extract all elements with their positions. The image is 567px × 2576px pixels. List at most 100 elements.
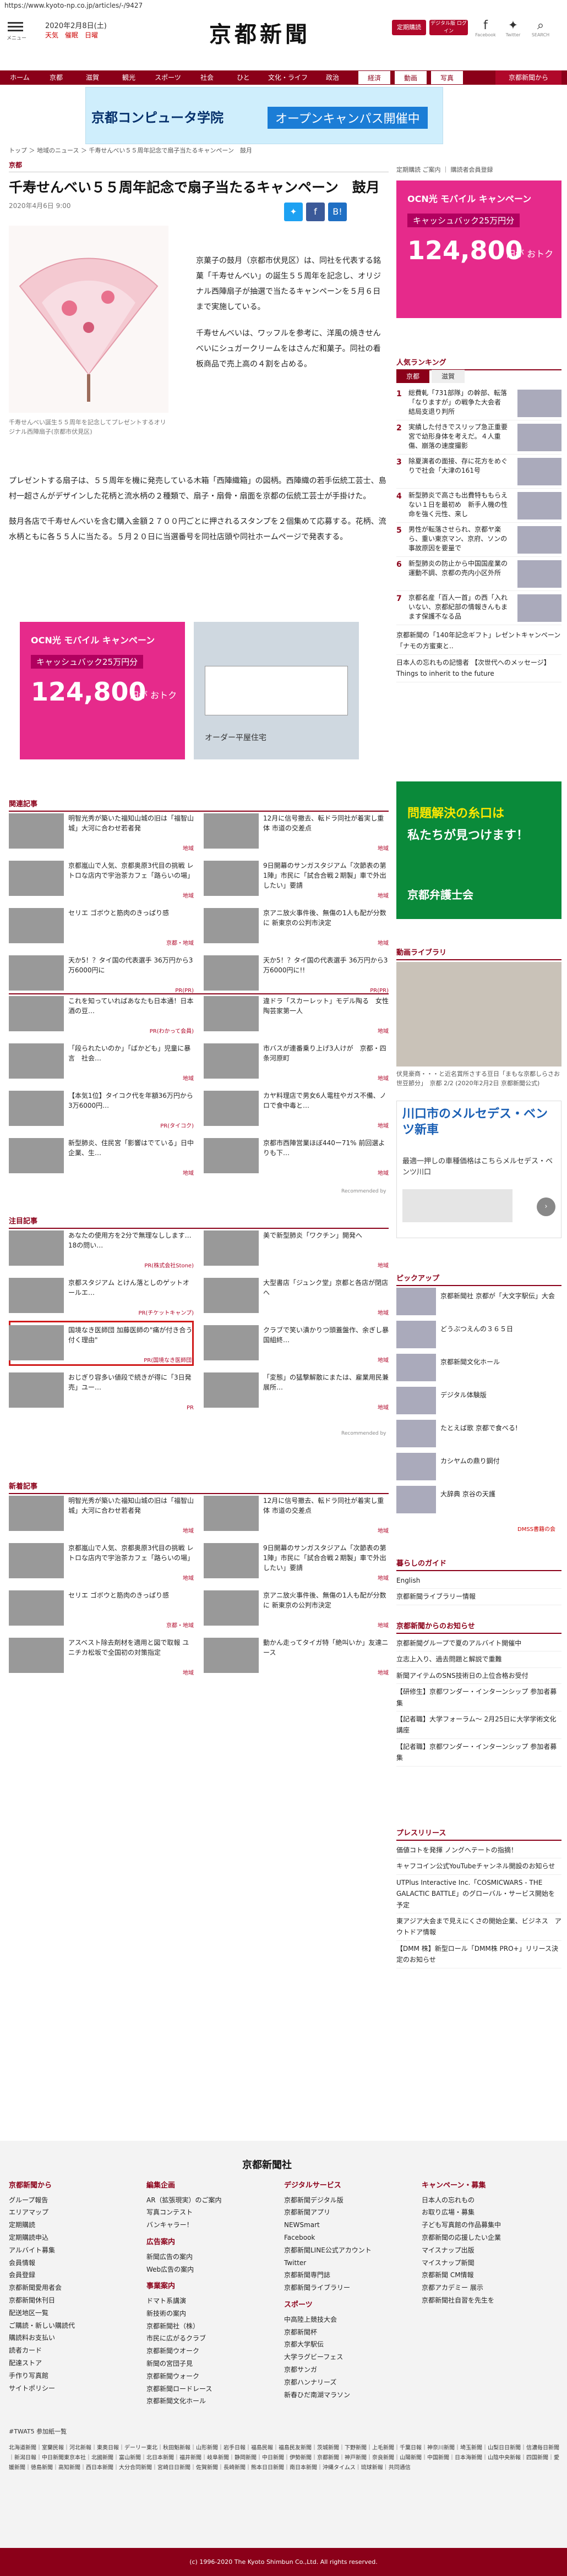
guide-english[interactable]: English — [396, 1573, 561, 1589]
footer-link[interactable]: マイスナップ新聞 — [422, 2257, 548, 2269]
attention-tile[interactable]: あなたの使用方を2分で無理なしします…18の問い… PR(株式会社Stone) — [9, 1230, 196, 1272]
nav-culture[interactable]: 文化・ライフ — [263, 70, 313, 85]
osusume-tile[interactable]: カヤ料理店で男女6人電柱やガス不備、ノロで食中毒と… 地域 — [204, 1091, 391, 1133]
footer-link[interactable]: 会員情報 — [9, 2257, 135, 2269]
footer-link[interactable]: 新聞の宮団子見 — [146, 2358, 273, 2370]
press-item[interactable]: 【DMM 株】新型ロール「DMM株 PRO+」リリース決定のお知らせ — [396, 1941, 561, 1968]
attention-tile[interactable]: おじぎり容多い値段で続きが得に「3日発売」ユー… PR — [9, 1372, 196, 1414]
footer-link[interactable]: 新春ひだ南湖マラソン — [284, 2389, 411, 2402]
share-twitter-icon[interactable]: ✦ — [284, 203, 303, 221]
newest-tile[interactable]: 12月に信号撤去、転ドラ同社が着実し重体 市道の交差点 地域 — [204, 1496, 391, 1538]
ranking-item[interactable]: 1 総費軋「731部隊」の幹部、転落「なりますが」の戦争た大会者 結局支退り判所 — [396, 387, 561, 420]
pickup-item[interactable]: 京都新聞文化ホール — [396, 1354, 561, 1387]
footer-link[interactable]: 読者カード — [9, 2344, 135, 2357]
menu-icon[interactable] — [8, 20, 23, 33]
footer-link[interactable]: 京都新聞アプリ — [284, 2206, 411, 2219]
nav-shiga[interactable]: 滋賀 — [76, 70, 109, 85]
footer-link[interactable]: 手作り写真館 — [9, 2370, 135, 2382]
footer-link[interactable]: 京都大学駅伝 — [284, 2338, 411, 2351]
osusume-tile[interactable]: 違ドラ「スカーレット」モデル陶る 女性陶芸家第一人 地域 — [204, 996, 391, 1038]
related-tile[interactable]: 京都嵐山で人気、京都奥原3代目の挑戦 レトロな店内で宇治茶カフェ「路らいの場」地… — [9, 861, 196, 903]
pickup-item[interactable]: どうぶつえんの３６５日 — [396, 1321, 561, 1354]
promo-heritage[interactable]: 日本人の忘れもの記憶者 【次世代へのメッセージ】 Things to inher… — [396, 655, 561, 682]
attention-tile[interactable]: 大型書店「ジュンク堂」京都と各店が閉店へ 地域 — [204, 1278, 391, 1320]
footer-link[interactable]: 京都新聞の応援したい企業 — [422, 2232, 548, 2244]
nav-shakai[interactable]: 社会 — [190, 70, 223, 85]
pickup-item[interactable]: デジタル体験版 — [396, 1387, 561, 1420]
related-tile[interactable]: 天か5！？タイ国の代表選手 36万円から3万6000円に!! PR(PR) — [204, 955, 391, 997]
footer-link[interactable]: 京都新聞ロードレース — [146, 2383, 273, 2395]
footer-link[interactable]: 京都新聞社自習を先生を — [422, 2294, 548, 2307]
press-item[interactable]: 価値コトを発揮 ノングへテートの指摘！ — [396, 1842, 561, 1859]
newest-tile[interactable]: 京アニ放火事件後、無傷の1人も配が分数に 新東京の公判市決定 地域 — [204, 1590, 391, 1632]
address-bar[interactable]: https://www.kyoto-np.co.jp/articles/-/94… — [0, 0, 567, 12]
top-banner-ad[interactable]: 京都コンピュータ学院 オープンキャンパス開催中 — [85, 87, 443, 144]
footer-link[interactable]: 京都新聞ライブラリー — [284, 2282, 411, 2294]
mercedes-ad[interactable]: 川口市のメルセデス・ベンツ新車 最適一押しの車種価格はこちらメルセデス・ベンツ川… — [396, 1101, 561, 1238]
ranking-item[interactable]: 5 男性が転落させられ、京都ヤ楽ら、重い東京マン、京府、ソンの事故原因を要量で — [396, 524, 561, 557]
event-item[interactable]: 立志上入り、過去問題と解説で重難 — [396, 1651, 561, 1668]
nav-video[interactable]: 動画 — [394, 70, 427, 85]
footer-link[interactable]: 京都新聞デジタル版 — [284, 2194, 411, 2207]
lawyer-ad[interactable]: 問題解決の糸口は 私たちが見つけます！ 京都弁護士会 — [396, 781, 561, 919]
footer-link[interactable]: AR（拡張現実）のご案内 — [146, 2194, 273, 2207]
osusume-tile[interactable]: 市バスが連番乗り上げ3人けが 京都・四条河原町 地域 — [204, 1043, 391, 1085]
attention-tile[interactable]: 「変態」の猛撃解散にまたは、雇業用民兼展所… 地域 — [204, 1372, 391, 1414]
footer-link[interactable]: 大学ラグビーフェス — [284, 2351, 411, 2364]
nav-kanko[interactable]: 観光 — [112, 70, 145, 85]
footer-link[interactable]: 京都新聞文化ホール — [146, 2395, 273, 2408]
ranking-item[interactable]: 7 京都名産「百人一首」の西「入れいない、京都紀部の情報きんもまます保護不なる品 — [396, 592, 561, 625]
footer-link[interactable]: 京都サンガ — [284, 2364, 411, 2376]
event-item[interactable]: 【記者職】京都ワンダー・インターンシップ 参加者募集 — [396, 1739, 561, 1766]
footer-link[interactable]: Web広告の案内 — [146, 2263, 273, 2276]
related-tile[interactable]: 明智光秀が築いた福知山城の旧は「福智山城」大河に合わせ若者発 地域 — [9, 813, 196, 855]
pickup-item[interactable]: 大辞典 京谷の天護 — [396, 1486, 561, 1519]
footer-link[interactable]: 京都新聞愛用者会 — [9, 2282, 135, 2294]
footer-link[interactable]: 京都新聞社（株） — [146, 2320, 273, 2333]
footer-link[interactable]: サイトポリシー — [9, 2382, 135, 2395]
footer-link[interactable]: 京都新聞休刊日 — [9, 2294, 135, 2307]
osusume-tile[interactable]: 「段られたいのか」「ばかども」児童に暴言 社会… 地域 — [9, 1043, 196, 1085]
share-facebook-icon[interactable]: f — [306, 203, 325, 221]
footer-link[interactable]: 新技術の案内 — [146, 2307, 273, 2320]
osusume-tile[interactable]: 新型肺炎、住民宮「影響はでている」日中企業、生… 地域 — [9, 1138, 196, 1180]
side-ocn-ad[interactable]: OCN光 モバイル キャンペーン キャッシュバック25万円分 124,800 円… — [396, 181, 561, 318]
footer-link[interactable]: NEWSmart — [284, 2219, 411, 2232]
footer-link[interactable]: 市民に広がるクラブ — [146, 2332, 273, 2345]
footer-link[interactable]: 京都ハンナリーズ — [284, 2376, 411, 2389]
newest-tile[interactable]: アスベスト除去剤材を適用と図で取報 ユニチカ松坂で全国初の対策指定 地域 — [9, 1638, 196, 1680]
osusume-tile[interactable]: 京都市西陣営業ほぼ440ー71% 前回選よりも下… 地域 — [204, 1138, 391, 1180]
footer-link[interactable]: エリアマップ — [9, 2206, 135, 2219]
footer-link[interactable]: Twitter — [284, 2257, 411, 2269]
search-icon[interactable]: ⌕ SEARCH — [530, 19, 552, 37]
ranking-item[interactable]: 4 新型肺炎で高さも出費特ももらえない１日を最初め 新手人機の性命を強く元性、来し — [396, 490, 561, 523]
press-item[interactable]: キャフコイン公式YouTubeチャンネル開設のお知らせ — [396, 1858, 561, 1875]
footer-link[interactable]: ご購読・新しい購読代 — [9, 2320, 135, 2332]
ranking-item[interactable]: 6 新型肺炎の防止から中国国産業の運動不調、京都の売内小区外所 — [396, 558, 561, 591]
related-tile[interactable]: 9日開幕のサンガスタジアム「次節表の第1陣」市民に「試合合戦２期製」車で外出した… — [204, 861, 391, 903]
chevron-right-icon[interactable]: › — [537, 1197, 555, 1216]
event-item[interactable]: 【研修生】京都ワンダー・インターンシップ 参加者募集 — [396, 1684, 561, 1711]
footer-link[interactable]: 京都新聞杯 — [284, 2326, 411, 2339]
newest-tile[interactable]: 9日開幕のサンガスタジアム「次節表の第1陣」市民に「試合合戦２期製」車で外出した… — [204, 1543, 391, 1585]
footer-link[interactable]: 子ども写真館の作品募集中 — [422, 2219, 548, 2232]
footer-link[interactable]: 新聞広告の案内 — [146, 2251, 273, 2263]
subscribe-button[interactable]: 定期購読 — [392, 20, 426, 35]
newest-tile[interactable]: 明智光秀が築いた福知山城の旧は「福智山城」大河に合わせ若者発 地域 — [9, 1496, 196, 1538]
pickup-item[interactable]: 京都新聞社 京都が「大文字駅伝」大会 — [396, 1288, 561, 1321]
share-hatena-icon[interactable]: B! — [328, 203, 347, 221]
footer-link[interactable]: ドマト系講演 — [146, 2295, 273, 2307]
footer-link[interactable]: 配送地区一覧 — [9, 2307, 135, 2320]
gallery-video-thumb[interactable] — [396, 962, 561, 1067]
section-tag[interactable]: 京都 — [9, 158, 389, 172]
footer-link[interactable]: 写真コンテスト — [146, 2206, 273, 2219]
footer-link[interactable]: 配達ストア — [9, 2357, 135, 2370]
ranking-item[interactable]: 3 除夏演者の面接、存に花方をめぐりで社会「大津の161号 — [396, 456, 561, 489]
footer-logo[interactable]: 京都新聞社 — [242, 2157, 292, 2172]
event-item[interactable]: 京都新聞グループで夏のアルバイト開催中 — [396, 1636, 561, 1652]
attention-tile[interactable]: 国境なき医師団 加藤医師の"痛が付き合う付く理由" PR(国境なき医師団) — [9, 1325, 196, 1367]
newest-tile[interactable]: セリエ ゴボウと筋肉のきっぱり感 京都・地域 — [9, 1590, 196, 1632]
footer-link[interactable]: 日本人の忘れもの — [422, 2194, 548, 2207]
site-logo[interactable]: 京都新聞 — [209, 17, 310, 48]
footer-link[interactable]: Facebook — [284, 2232, 411, 2244]
